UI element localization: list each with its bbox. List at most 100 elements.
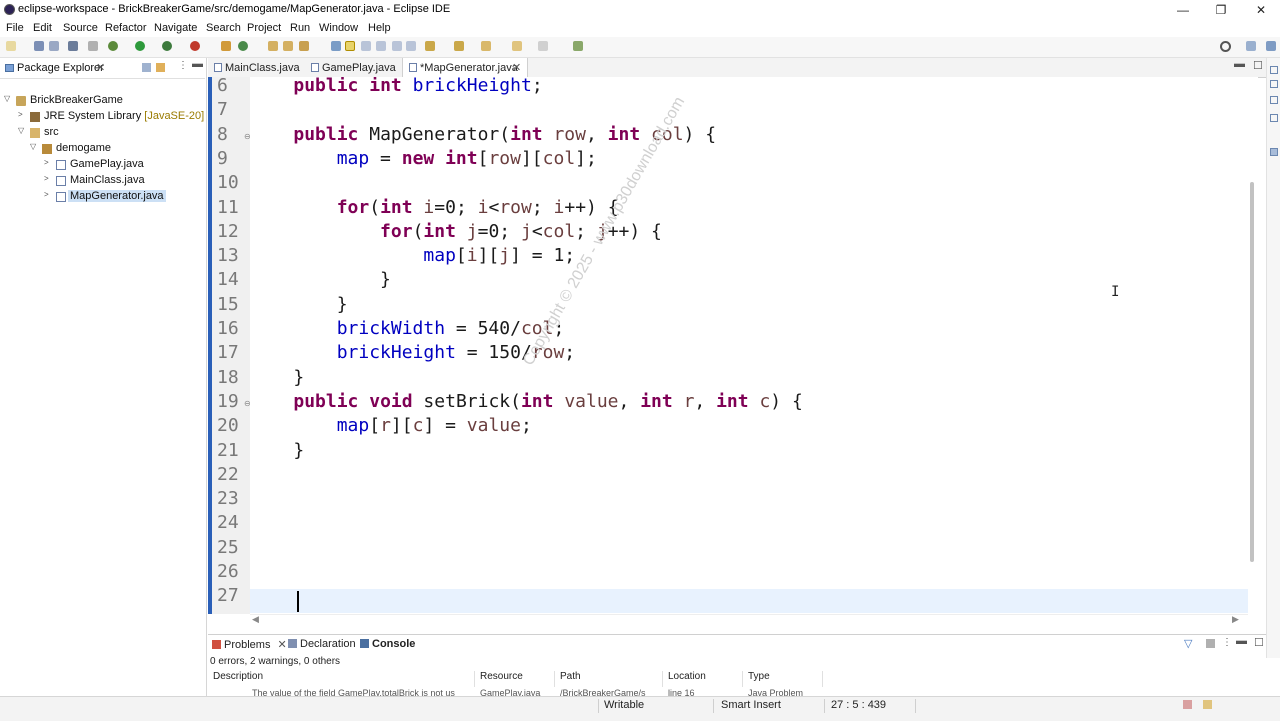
pin-editor-icon[interactable]: [573, 41, 583, 51]
notifications-icon[interactable]: [1203, 700, 1212, 709]
code-editor[interactable]: 6 7 8 ⊖ 9 10 11 12 13 14 15 16 17 18 19 ⊖ 20 21 22 23 24 25 26…: [208, 77, 1248, 614]
minimize-panel-icon[interactable]: ▬: [1236, 635, 1247, 647]
toggle-highlight-icon[interactable]: [345, 41, 355, 51]
next-annotation-icon[interactable]: [425, 41, 435, 51]
package-explorer-tab[interactable]: Package Explorer ✕ ⋮ ▬: [0, 58, 205, 79]
save-all-icon[interactable]: [49, 41, 59, 51]
expand-toggle-icon[interactable]: ▽: [30, 142, 40, 151]
code-line[interactable]: map = new int[row][col];: [250, 148, 597, 172]
java-perspective-icon[interactable]: [1266, 41, 1276, 51]
menu-search[interactable]: Search: [206, 22, 241, 34]
new-java-project-icon[interactable]: [221, 41, 231, 51]
collapse-all-icon[interactable]: [142, 63, 151, 72]
code-line[interactable]: public int brickHeight;: [250, 77, 542, 99]
menu-navigate[interactable]: Navigate: [154, 22, 197, 34]
forward-icon[interactable]: [538, 41, 548, 51]
view-menu-icon[interactable]: ⋮: [1222, 637, 1232, 648]
code-line[interactable]: brickWidth = 540/col;: [250, 318, 565, 342]
open-type-icon[interactable]: [268, 41, 278, 51]
back-icon[interactable]: [512, 41, 522, 51]
minimize-view-icon[interactable]: ▬: [192, 58, 203, 70]
maximize-button[interactable]: ❐: [1206, 1, 1236, 19]
menu-help[interactable]: Help: [368, 22, 391, 34]
search-toolbar-icon[interactable]: [299, 41, 309, 51]
pilcrow-icon[interactable]: [406, 41, 416, 51]
tab-gameplay[interactable]: GamePlay.java: [311, 58, 403, 77]
close-icon[interactable]: ✕: [512, 61, 521, 74]
expand-toggle-icon[interactable]: ▽: [4, 94, 14, 103]
external-tools-icon[interactable]: [190, 41, 200, 51]
code-line[interactable]: }: [250, 367, 304, 391]
skip-breakpoints-icon[interactable]: [88, 41, 98, 51]
block-selection-icon[interactable]: [361, 41, 371, 51]
code-line[interactable]: for(int i=0; i<row; i++) {: [250, 197, 619, 221]
scroll-right-icon[interactable]: ▶: [1232, 614, 1239, 625]
show-source-icon[interactable]: [392, 41, 402, 51]
tab-console[interactable]: Console: [360, 638, 415, 650]
coverage-icon[interactable]: [162, 41, 172, 51]
menu-window[interactable]: Window: [319, 22, 358, 34]
scrollbar-thumb[interactable]: [1250, 182, 1254, 562]
tab-problems[interactable]: Problems ✕: [212, 638, 287, 651]
minimized-view-icon[interactable]: [1270, 114, 1278, 122]
perspective-icon[interactable]: [1246, 41, 1256, 51]
column-location[interactable]: Location: [663, 671, 743, 687]
menu-file[interactable]: File: [6, 22, 24, 34]
search-icon[interactable]: [1220, 41, 1231, 52]
tab-declaration[interactable]: Declaration: [288, 638, 356, 650]
view-menu-icon[interactable]: ⋮: [178, 60, 188, 71]
code-line[interactable]: }: [250, 440, 304, 464]
expand-toggle-icon[interactable]: >: [44, 158, 54, 167]
open-task-icon[interactable]: [283, 41, 293, 51]
maximize-panel-icon[interactable]: ☐: [1254, 636, 1264, 649]
expand-toggle-icon[interactable]: >: [18, 110, 28, 119]
tab-mapgenerator[interactable]: *MapGenerator.java ✕: [402, 58, 528, 77]
close-icon[interactable]: ✕: [278, 639, 287, 651]
column-type[interactable]: Type: [743, 671, 823, 687]
code-line[interactable]: map[i][j] = 1;: [250, 245, 575, 269]
toggle-mark-occurrences-icon[interactable]: [331, 41, 341, 51]
view-toolbar-icon[interactable]: [1206, 639, 1215, 648]
task-list-icon[interactable]: [1270, 96, 1278, 104]
save-icon[interactable]: [34, 41, 44, 51]
close-icon[interactable]: ✕: [96, 61, 105, 74]
editor-horizontal-scrollbar[interactable]: ◀ ▶: [250, 614, 1248, 627]
expand-toggle-icon[interactable]: ▽: [18, 126, 28, 135]
code-line[interactable]: }: [250, 294, 348, 318]
column-resource[interactable]: Resource: [475, 671, 555, 687]
minimize-editor-icon[interactable]: ▬: [1234, 58, 1245, 70]
previous-annotation-icon[interactable]: [454, 41, 464, 51]
terminal-icon[interactable]: [68, 41, 78, 51]
code-line[interactable]: }: [250, 269, 391, 293]
link-with-editor-icon[interactable]: [156, 63, 165, 72]
maximize-editor-icon[interactable]: ☐: [1253, 59, 1263, 72]
hierarchy-view-icon[interactable]: [1270, 148, 1278, 156]
tab-mainclass[interactable]: MainClass.java: [214, 58, 306, 77]
new-class-icon[interactable]: [238, 41, 248, 51]
filter-icon[interactable]: ▽: [1184, 637, 1192, 650]
show-whitespace-icon[interactable]: [376, 41, 386, 51]
code-line[interactable]: map[r][c] = value;: [250, 415, 532, 439]
restore-view-icon[interactable]: [1270, 66, 1278, 74]
last-edit-location-icon[interactable]: [481, 41, 491, 51]
expand-toggle-icon[interactable]: >: [44, 174, 54, 183]
column-path[interactable]: Path: [555, 671, 663, 687]
menu-project[interactable]: Project: [247, 22, 281, 34]
menu-edit[interactable]: Edit: [33, 22, 52, 34]
scroll-left-icon[interactable]: ◀: [252, 614, 259, 625]
editor-vertical-scrollbar[interactable]: [1248, 77, 1258, 614]
run-icon[interactable]: [135, 41, 145, 51]
expand-toggle-icon[interactable]: >: [44, 190, 54, 199]
menu-refactor[interactable]: Refactor: [105, 22, 147, 34]
outline-view-icon[interactable]: [1270, 80, 1278, 88]
minimize-button[interactable]: —: [1168, 1, 1198, 19]
code-line[interactable]: public void setBrick(int value, int r, i…: [250, 391, 802, 415]
menu-run[interactable]: Run: [290, 22, 310, 34]
new-icon[interactable]: [6, 41, 16, 51]
close-button[interactable]: ✕: [1246, 1, 1276, 19]
column-description[interactable]: Description: [208, 671, 475, 687]
status-insert-mode[interactable]: Smart Insert: [721, 699, 781, 711]
progress-icon[interactable]: [1183, 700, 1192, 709]
debug-icon[interactable]: [108, 41, 118, 51]
menu-source[interactable]: Source: [63, 22, 98, 34]
